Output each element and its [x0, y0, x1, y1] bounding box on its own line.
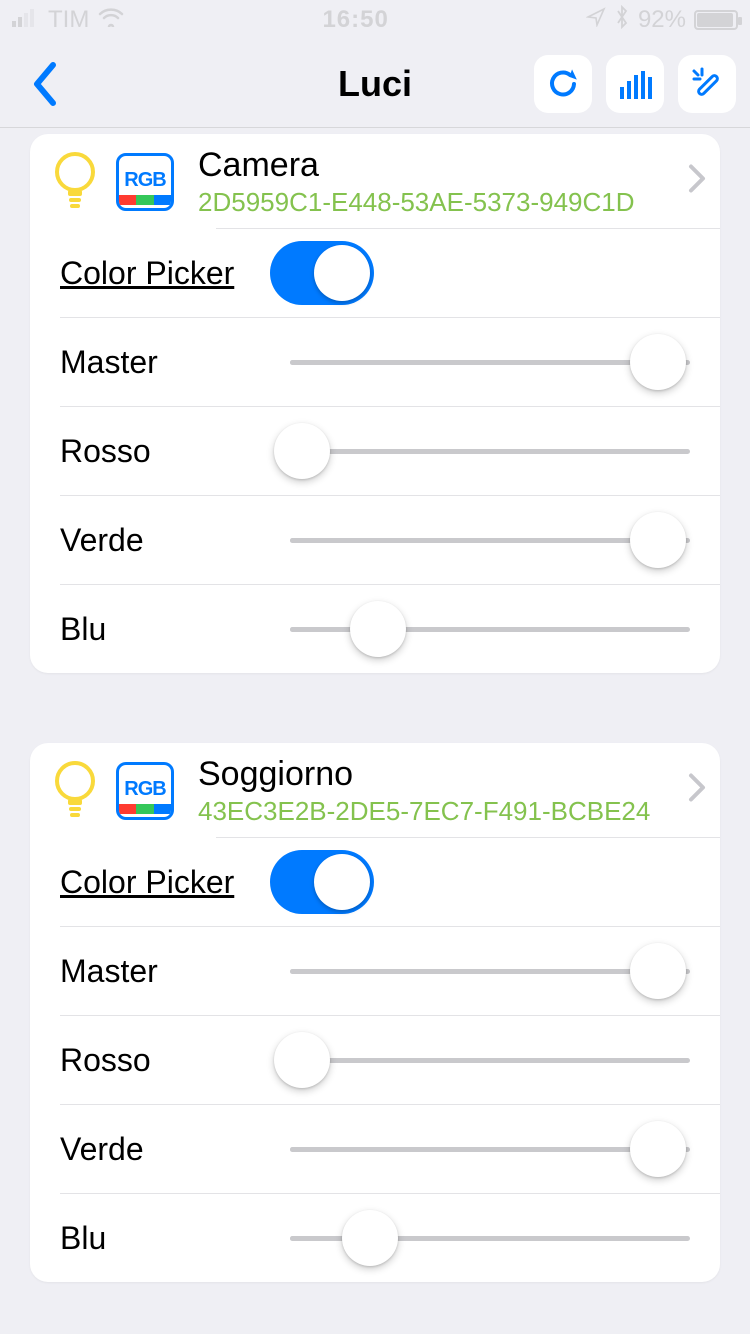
slider-label-blu: Blu — [60, 611, 270, 648]
page-title: Luci — [338, 63, 412, 105]
color-picker-link[interactable]: Color Picker — [60, 255, 270, 292]
device-icons: RGB — [50, 759, 174, 824]
color-picker-toggle[interactable] — [270, 850, 374, 914]
rgb-icon-label: RGB — [124, 778, 165, 801]
bulb-icon — [50, 759, 100, 824]
battery-pct: 92% — [638, 6, 686, 34]
slider-label-master: Master — [60, 953, 270, 990]
bulb-icon — [50, 150, 100, 215]
slider-label-verde: Verde — [60, 522, 270, 559]
color-picker-toggle[interactable] — [270, 241, 374, 305]
blu-row: Blu — [30, 1194, 720, 1282]
chevron-right-icon — [688, 773, 706, 808]
bluetooth-icon — [614, 5, 630, 36]
rgb-icon: RGB — [116, 762, 174, 820]
rgb-icon: RGB — [116, 153, 174, 211]
slider-label-master: Master — [60, 344, 270, 381]
master-row: Master — [30, 927, 720, 1015]
chevron-right-icon — [688, 164, 706, 199]
blu-row: Blu — [30, 585, 720, 673]
device-id: 43EC3E2B-2DE5-7EC7-F491-BCBE24 — [198, 796, 700, 827]
levels-button[interactable] — [606, 55, 664, 113]
slider-label-verde: Verde — [60, 1131, 270, 1168]
slider-label-rosso: Rosso — [60, 1042, 270, 1079]
signal-icon — [12, 6, 40, 34]
verde-row: Verde — [30, 1105, 720, 1193]
content: RGB Camera2D5959C1-E448-53AE-5373-949C1D C… — [0, 134, 750, 1282]
device-name: Camera — [198, 146, 700, 185]
slider[interactable] — [290, 1208, 690, 1268]
back-button[interactable] — [20, 59, 70, 109]
master-row: Master — [30, 318, 720, 406]
slider-label-rosso: Rosso — [60, 433, 270, 470]
slider[interactable] — [290, 599, 690, 659]
status-left: TIM — [12, 6, 125, 34]
status-time: 16:50 — [322, 6, 388, 34]
color-picker-row: Color Picker — [30, 838, 720, 926]
battery-icon — [694, 10, 738, 30]
rgb-icon-label: RGB — [124, 169, 165, 192]
wifi-icon — [97, 6, 125, 34]
device-card: RGB Camera2D5959C1-E448-53AE-5373-949C1D C… — [30, 134, 720, 673]
nav-actions — [534, 55, 736, 113]
device-card: RGB Soggiorno43EC3E2B-2DE5-7EC7-F491-BCBE… — [30, 743, 720, 1282]
status-bar: TIM 16:50 92% — [0, 0, 750, 40]
slider[interactable] — [290, 421, 690, 481]
device-id: 2D5959C1-E448-53AE-5373-949C1D — [198, 187, 700, 218]
slider[interactable] — [290, 1030, 690, 1090]
color-picker-row: Color Picker — [30, 229, 720, 317]
refresh-button[interactable] — [534, 55, 592, 113]
device-icons: RGB — [50, 150, 174, 215]
verde-row: Verde — [30, 496, 720, 584]
device-header[interactable]: RGB Soggiorno43EC3E2B-2DE5-7EC7-F491-BCBE… — [30, 743, 720, 837]
rosso-row: Rosso — [30, 407, 720, 495]
slider[interactable] — [290, 332, 690, 392]
slider[interactable] — [290, 510, 690, 570]
device-header[interactable]: RGB Camera2D5959C1-E448-53AE-5373-949C1D — [30, 134, 720, 228]
wand-button[interactable] — [678, 55, 736, 113]
color-picker-link[interactable]: Color Picker — [60, 864, 270, 901]
carrier-label: TIM — [48, 6, 89, 34]
rosso-row: Rosso — [30, 1016, 720, 1104]
device-name: Soggiorno — [198, 755, 700, 794]
status-right: 92% — [586, 5, 738, 36]
slider[interactable] — [290, 941, 690, 1001]
nav-bar: Luci — [0, 40, 750, 128]
location-icon — [586, 6, 606, 34]
slider-label-blu: Blu — [60, 1220, 270, 1257]
slider[interactable] — [290, 1119, 690, 1179]
